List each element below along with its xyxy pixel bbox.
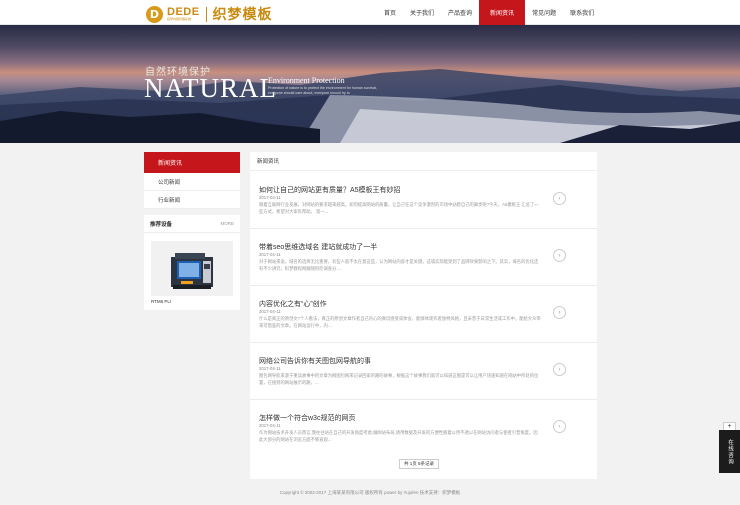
sidebar-title: 新闻资讯 bbox=[144, 152, 240, 173]
logo-divider bbox=[205, 6, 207, 22]
banner-subheading: Environment Protection bbox=[268, 76, 345, 85]
news-date: 2017-04-11 bbox=[259, 195, 281, 200]
sidebar-item-company-news[interactable]: 公司新闻 bbox=[144, 173, 240, 191]
cnc-machine-icon bbox=[171, 253, 213, 289]
news-summary: 作为网站技术开发人员而言,我往往站在自己的开发角度考虑,做网站布局,请用数据及开… bbox=[259, 430, 538, 442]
news-item[interactable]: 怎样做一个符合w3c规范的网页 2017-04-11 作为网站技术开发人员而言,… bbox=[250, 400, 597, 457]
news-list-panel: 新闻资讯 如何让自己的网站更有质量？A5模板王有妙招 2017-04-11 随着… bbox=[250, 152, 597, 479]
online-consult-label: 在线咨询 bbox=[727, 438, 733, 465]
news-date: 2017-04-11 bbox=[259, 423, 281, 428]
product-name[interactable]: RTM6 PLI bbox=[151, 299, 171, 304]
logo-subtitle: 织梦内容管理系统 bbox=[167, 17, 192, 21]
recommended-header: 推荐设备 MORE bbox=[144, 215, 240, 233]
nav-item-about[interactable]: 关于我们 bbox=[403, 0, 441, 25]
recommended-title: 推荐设备 bbox=[150, 221, 173, 228]
news-item[interactable]: 带着seo思维选域名 建站就成功了一半 2017-04-11 对于网站来说，域名… bbox=[250, 229, 597, 286]
site-footer-copyright: Copyright © 2002-2017 上海某某有限公司 版权所有 powe… bbox=[279, 490, 461, 495]
news-summary: 随着互联网行业发展，对网站的要求越来越高，如何提高网站的质量，让自己在这个竞争激… bbox=[259, 202, 539, 214]
arrow-right-icon[interactable]: › bbox=[553, 192, 566, 205]
arrow-right-icon[interactable]: › bbox=[553, 420, 566, 433]
news-date: 2017-04-11 bbox=[259, 366, 281, 371]
logo-chinese-name: 织梦模板 bbox=[212, 6, 273, 22]
logo-text: DEDE 织梦内容管理系统 bbox=[167, 7, 200, 21]
nav-item-news[interactable]: 新闻资讯 bbox=[479, 0, 526, 25]
news-item[interactable]: 内容优化之有“心”创作 2017-04-11 什么是真正的原创文?个人看法，真正… bbox=[250, 286, 597, 343]
site-logo[interactable]: D DEDE 织梦内容管理系统 织梦模板 bbox=[146, 4, 273, 24]
sidebar-category-menu: 新闻资讯 公司新闻 行业新闻 bbox=[144, 152, 240, 209]
news-summary: 图包网导航来源于重读故事中的文章为网图包网来记录回家的路的故事，根据这个故事我们… bbox=[259, 373, 539, 385]
main-nav: 首页 关于我们 产品查询 新闻资讯 常见问题 联系我们 bbox=[377, 0, 601, 25]
online-consult-button[interactable]: 在线咨询 bbox=[719, 430, 740, 473]
hero-banner: 自然环境保护 NATURAL Environment Protection Pr… bbox=[0, 25, 740, 143]
site-header: D DEDE 织梦内容管理系统 织梦模板 首页 关于我们 产品查询 新闻资讯 常… bbox=[0, 0, 740, 25]
news-summary: 对于网站来说，域名的选择无比重要，有些人就不太在意这些，认为网站内容才是关键，这… bbox=[259, 259, 539, 271]
recommended-more-link[interactable]: MORE bbox=[221, 221, 235, 226]
news-list-heading: 新闻资讯 bbox=[250, 152, 597, 171]
banner-description: Protection of nature is to protect the e… bbox=[268, 86, 378, 95]
arrow-right-icon[interactable]: › bbox=[553, 249, 566, 262]
news-date: 2017-04-11 bbox=[259, 309, 281, 314]
banner-main-heading: NATURAL bbox=[144, 73, 277, 103]
news-date: 2017-04-11 bbox=[259, 252, 281, 257]
news-title[interactable]: 内容优化之有“心”创作 bbox=[259, 299, 327, 309]
news-item[interactable]: 如何让自己的网站更有质量？A5模板王有妙招 2017-04-11 随着互联网行业… bbox=[250, 172, 597, 229]
news-summary: 什么是真正的原创文?个人看法，真正的原创文章作者自己内心的真切感受或体会，能够体… bbox=[259, 316, 541, 328]
pagination-info: 共 1页 5条记录 bbox=[399, 459, 440, 469]
nav-item-home[interactable]: 首页 bbox=[377, 0, 403, 25]
recommended-equipment-panel: 推荐设备 MORE RTM6 PLI bbox=[144, 215, 240, 310]
news-title[interactable]: 网络公司告诉你有关图包网导航的事 bbox=[259, 356, 371, 366]
sidebar-item-industry-news[interactable]: 行业新闻 bbox=[144, 191, 240, 209]
news-title[interactable]: 怎样做一个符合w3c规范的网页 bbox=[259, 413, 355, 423]
news-item[interactable]: 网络公司告诉你有关图包网导航的事 2017-04-11 图包网导航来源于重读故事… bbox=[250, 343, 597, 400]
nav-item-faq[interactable]: 常见问题 bbox=[525, 0, 563, 25]
news-title[interactable]: 如何让自己的网站更有质量？A5模板王有妙招 bbox=[259, 185, 401, 195]
arrow-right-icon[interactable]: › bbox=[553, 363, 566, 376]
arrow-right-icon[interactable]: › bbox=[553, 306, 566, 319]
banner-landscape-image bbox=[0, 69, 740, 143]
news-title[interactable]: 带着seo思维选域名 建站就成功了一半 bbox=[259, 242, 377, 252]
nav-item-products[interactable]: 产品查询 bbox=[441, 0, 479, 25]
product-image[interactable] bbox=[151, 241, 233, 296]
nav-item-contact[interactable]: 联系我们 bbox=[563, 0, 601, 25]
logo-badge-icon: D bbox=[146, 5, 163, 23]
